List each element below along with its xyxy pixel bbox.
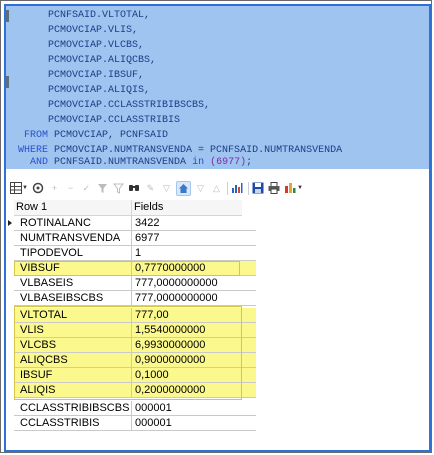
dropdown-caret-icon[interactable]: ▼ [297, 185, 303, 191]
sql-where-condition: PCMOVCIAP.NUMTRANSVENDA = PCNFSAID.NUMTR… [48, 145, 343, 156]
filter-icon[interactable] [96, 182, 109, 195]
table-row[interactable]: IBSUF 0,1000 [14, 368, 256, 383]
table-row[interactable]: VLBASEIS 777,0000000000 [14, 276, 256, 291]
sql-line: PCMOVCIAP.ALIQIS, [12, 85, 151, 96]
sql-line-from: FROM PCMOVCIAP, PCNFSAID [12, 129, 168, 142]
field-value[interactable]: 777,0000000000 [132, 276, 256, 291]
sql-line: PCMOVCIAP.ALIQCBS, [12, 55, 157, 66]
sql-line: PCMOVCIAP.CCLASSTRIBIBSCBS, [12, 100, 211, 111]
field-value[interactable]: 1 [132, 246, 256, 261]
edit-icon[interactable]: ✎ [144, 182, 157, 195]
field-value[interactable]: 1,5540000000 [132, 323, 256, 338]
sql-line-and: AND PCNFSAID.NUMTRANSVENDA in (6977); [12, 156, 252, 169]
sql-keyword-from: FROM [24, 130, 49, 141]
table-row[interactable]: VLIS 1,5540000000 [14, 323, 256, 338]
field-name: ALIQIS [14, 383, 132, 398]
add-icon[interactable]: + [48, 182, 61, 195]
field-name: VLBASEIBSCBS [14, 291, 132, 306]
table-row[interactable]: CCLASSTRIBIBSCBS 000001 [14, 401, 256, 416]
record-icon[interactable] [32, 182, 45, 195]
sql-editor[interactable]: PCNFSAID.VLTOTAL, PCMOVCIAP.VLIS, PCMOVC… [6, 6, 429, 169]
sql-keyword-and: AND [30, 157, 49, 168]
field-name: NUMTRANSVENDA [14, 231, 132, 246]
table-row[interactable]: NUMTRANSVENDA 6977 [14, 231, 256, 246]
field-name: VIBSUF [14, 261, 132, 276]
field-value[interactable]: 777,00 [132, 308, 256, 323]
field-name: ROTINALANC [14, 216, 132, 231]
screenshot-frame: PCNFSAID.VLTOTAL, PCMOVCIAP.VLIS, PCMOVC… [0, 0, 432, 453]
sql-line: PCMOVCIAP.VLCBS, [12, 40, 145, 51]
filter-edit-icon[interactable] [112, 182, 125, 195]
print-icon[interactable] [268, 182, 281, 195]
field-name: VLIS [14, 323, 132, 338]
field-name: ALIQCBS [14, 353, 132, 368]
chart-icon[interactable] [231, 182, 244, 195]
sql-line: PCMOVCIAP.IBSUF, [12, 70, 145, 81]
table-row[interactable]: VIBSUF 0,7770000000 [14, 261, 256, 276]
field-name: TIPODEVOL [14, 246, 132, 261]
field-value[interactable]: 0,9000000000 [132, 353, 256, 368]
sql-and-condition: PCNFSAID.NUMTRANSVENDA [48, 157, 193, 168]
sql-line: PCMOVCIAP.CCLASSTRIBIS [12, 115, 181, 126]
sql-from-tables: PCMOVCIAP, PCNFSAID [48, 130, 169, 141]
column-header-row[interactable]: Row 1 [14, 200, 132, 215]
table-row[interactable]: VLTOTAL 777,00 [14, 308, 256, 323]
sql-terminator: ; [246, 157, 253, 168]
column-header-fields[interactable]: Fields [132, 200, 242, 215]
field-name: VLCBS [14, 338, 132, 353]
table-row[interactable]: ALIQCBS 0,9000000000 [14, 353, 256, 368]
sql-line: PCNFSAID.VLTOTAL, [12, 10, 151, 21]
field-value[interactable]: 0,7770000000 [132, 261, 256, 276]
field-value[interactable]: 6977 [132, 231, 256, 246]
field-value[interactable]: 0,2000000000 [132, 383, 256, 398]
bar-chart-icon[interactable] [284, 182, 297, 195]
field-value[interactable]: 000001 [132, 416, 256, 431]
editor-margin-mark [6, 76, 9, 88]
remove-icon[interactable]: − [64, 182, 77, 195]
table-row[interactable]: ALIQIS 0,2000000000 [14, 383, 256, 398]
field-name: CCLASSTRIBIS [14, 416, 132, 431]
table-row[interactable]: ROTINALANC 3422 [8, 216, 256, 231]
find-icon[interactable] [128, 182, 141, 195]
sql-keyword-in: in [192, 157, 205, 168]
filter-list-icon[interactable]: ▽ [160, 182, 173, 195]
toolbar-separator [226, 181, 228, 195]
field-value[interactable]: 3422 [132, 216, 256, 231]
grid-header: Row 1 Fields [14, 200, 242, 216]
dropdown-caret-icon[interactable]: ▼ [22, 185, 28, 191]
field-name: IBSUF [14, 368, 132, 383]
home-icon[interactable] [175, 180, 191, 196]
editor-margin-mark [6, 10, 9, 22]
sql-keyword-where: WHERE [18, 145, 49, 156]
sql-line: PCMOVCIAP.VLIS, [12, 25, 139, 36]
down-icon[interactable]: ▽ [194, 182, 207, 195]
save-icon[interactable] [252, 182, 265, 195]
field-value[interactable]: 0,1000 [132, 368, 256, 383]
app-panel: PCNFSAID.VLTOTAL, PCMOVCIAP.VLIS, PCMOVC… [4, 4, 431, 452]
current-row-indicator-icon [8, 220, 12, 226]
sql-in-value: (6977) [204, 157, 247, 168]
field-value[interactable]: 000001 [132, 401, 256, 416]
toolbar-separator [247, 181, 249, 195]
table-row[interactable]: TIPODEVOL 1 [14, 246, 256, 261]
field-name: VLBASEIS [14, 276, 132, 291]
up-icon[interactable]: △ [210, 182, 223, 195]
confirm-icon[interactable]: ✓ [80, 182, 93, 195]
record-grid: Row 1 Fields ROTINALANC 3422 NUMTRANSVEN… [8, 200, 428, 450]
field-name: CCLASSTRIBIBSCBS [14, 401, 132, 416]
field-value[interactable]: 6,9930000000 [132, 338, 256, 353]
table-row[interactable]: VLBASEIBSCBS 777,0000000000 [14, 291, 256, 306]
grid-toolbar: ▼ + − ✓ ✎ ▽ ▽ △ ▼ [6, 179, 429, 197]
field-value[interactable]: 777,0000000000 [132, 291, 256, 306]
grid-icon[interactable] [9, 182, 22, 195]
table-row[interactable]: CCLASSTRIBIS 000001 [14, 416, 256, 431]
field-name: VLTOTAL [14, 308, 132, 323]
table-row[interactable]: VLCBS 6,9930000000 [14, 338, 256, 353]
